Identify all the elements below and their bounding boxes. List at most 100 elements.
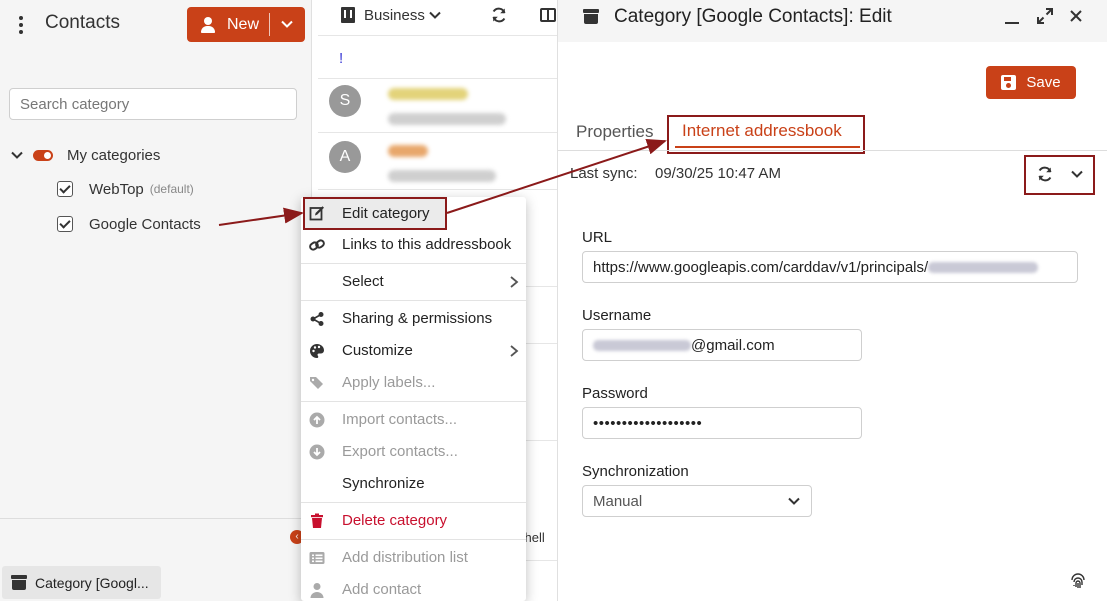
blurred-name [388,88,468,100]
row-divider [318,132,558,133]
taskbar-window-label: Category [Googl... [35,574,149,591]
chevron-down-icon [788,497,800,505]
blurred-name [388,145,428,157]
chevron-down-icon[interactable] [279,16,295,32]
active-tab-indicator [675,146,860,148]
share-icon [310,312,324,326]
fingerprint-icon[interactable] [1069,572,1087,590]
url-label: URL [582,229,613,246]
divider [0,518,312,519]
synchronization-value: Manual [593,492,643,510]
visibility-toggle[interactable] [33,149,53,161]
archive-icon [11,575,27,590]
menu-divider [301,401,526,402]
category-label: Google Contacts [89,215,201,233]
category-edit-window: Category [Google Contacts]: Edit Save Pr… [557,0,1107,601]
save-button-label: Save [1026,74,1061,91]
minimize-icon[interactable] [1005,22,1019,24]
menu-item-add-distribution-list[interactable]: Add distribution list [301,542,526,574]
app-title: Contacts [45,12,120,33]
person-icon [199,16,217,34]
chevron-right-icon [510,276,519,288]
menu-item-customize[interactable]: Customize [301,335,526,367]
menu-divider [301,502,526,503]
filter-dropdown-label[interactable]: Business [364,7,425,24]
menu-item-label: Links to this addressbook [342,236,512,253]
menu-item-label: Select [342,273,384,290]
importance-column-header: ! [339,50,344,67]
category-note: (default) [149,182,194,196]
category-item-google-contacts[interactable]: Google Contacts [57,213,201,235]
new-button[interactable]: New [187,7,305,42]
menu-item-import-contacts[interactable]: Import contacts... [301,404,526,436]
search-category-input[interactable] [9,88,297,120]
menu-item-label: Apply labels... [342,374,436,391]
avatar: S [329,85,361,117]
save-button[interactable]: Save [986,66,1076,99]
blurred-phone [388,113,506,125]
blurred-text [928,261,1039,273]
username-value: @gmail.com [691,336,775,354]
menu-item-sharing-permissions[interactable]: Sharing & permissions [301,303,526,335]
tabs-divider [558,150,1107,151]
sidebar: Contacts New My categories WebTop (defau… [0,0,312,601]
import-icon [309,412,325,428]
tree-node-my-categories[interactable]: My categories [10,144,160,166]
tab-properties[interactable]: Properties [576,122,653,142]
tab-internet-addressbook[interactable]: Internet addressbook [682,121,842,141]
url-field[interactable]: https://www.googleapis.com/carddav/v1/pr… [582,251,1078,283]
list-icon [309,552,325,564]
menu-divider [301,539,526,540]
menu-item-select[interactable]: Select [301,266,526,298]
password-field[interactable]: ••••••••••••••••••• [582,407,862,439]
synchronization-label: Synchronization [582,463,689,480]
person-icon [310,583,324,598]
building-icon [341,7,355,23]
menu-divider [301,300,526,301]
chevron-down-icon[interactable] [428,8,442,22]
annotation-highlight-frame: Edit category [303,197,447,230]
edit-icon [309,206,324,221]
close-icon[interactable] [1068,8,1084,24]
palette-icon [310,344,324,358]
columns-icon[interactable] [540,8,556,22]
category-context-menu: Edit category Links to this addressbook … [301,197,526,601]
save-icon [1001,75,1017,90]
export-icon [309,444,325,460]
menu-item-delete-category[interactable]: Delete category [301,505,526,537]
more-vertical-icon[interactable] [14,14,28,36]
username-field[interactable]: @gmail.com [582,329,862,361]
category-item-webtop[interactable]: WebTop (default) [57,178,194,200]
menu-item-export-contacts[interactable]: Export contacts... [301,436,526,468]
menu-item-apply-labels[interactable]: Apply labels... [301,367,526,399]
menu-item-label: Sharing & permissions [342,310,493,327]
chevron-down-icon[interactable] [1069,166,1085,182]
new-button-label: New [227,15,260,33]
category-checkbox[interactable] [57,216,73,232]
taskbar-window-button[interactable]: Category [Googl... [2,566,161,599]
category-checkbox[interactable] [57,181,73,197]
menu-item-add-contact[interactable]: Add contact [301,574,526,601]
menu-item-links-to-addressbook[interactable]: Links to this addressbook [301,229,526,261]
last-sync-value: 09/30/25 10:47 AM [655,165,781,182]
sync-refresh-icon[interactable] [1036,165,1054,183]
archive-icon [583,9,599,24]
row-divider [318,189,558,190]
menu-item-label: Import contacts... [342,411,458,428]
chevron-right-icon [510,345,519,357]
menu-item-label: Customize [342,342,413,359]
menu-item-synchronize[interactable]: Synchronize [301,468,526,500]
trash-icon [311,513,323,528]
maximize-icon[interactable] [1036,7,1054,25]
menu-item-label: Add distribution list [342,549,468,566]
blurred-phone [388,170,496,182]
synchronization-select[interactable]: Manual [582,485,812,517]
refresh-icon[interactable] [490,6,508,24]
split-divider [269,13,270,36]
chevron-down-icon[interactable] [10,148,24,162]
tree-node-label: My categories [67,146,161,164]
url-value: https://www.googleapis.com/carddav/v1/pr… [593,258,929,276]
blurred-text [593,339,691,351]
menu-item-label: Export contacts... [342,443,458,460]
row-divider [318,78,558,79]
